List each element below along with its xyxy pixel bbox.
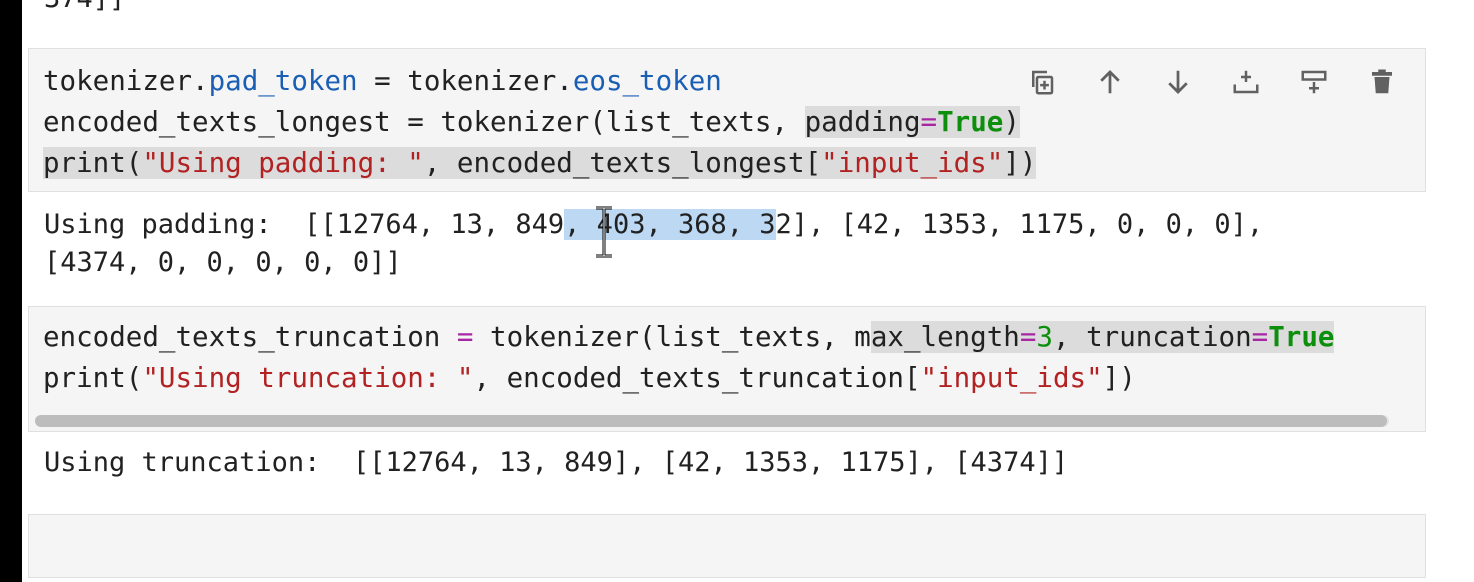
duplicate-cell-button[interactable] [1023,63,1061,101]
notebook-panel: 374]] tokenizer.pad_token = tokenizer.eo… [22,0,1474,582]
code-token: ]) [1003,147,1037,179]
previous-output: 374]] [28,0,1426,20]
code-token: True [1268,321,1335,353]
horizontal-scrollbar[interactable] [35,415,1389,427]
code-token: = [456,321,474,353]
code-token: ax_length [870,321,1020,353]
output-cell-padding: Using padding: [[12764, 13, 849, 403, 36… [28,204,1426,284]
move-up-button[interactable] [1091,63,1129,101]
code-token: print( [43,362,143,394]
cell-toolbar [1023,63,1401,101]
code-cell-truncation[interactable]: encoded_texts_truncation = tokenizer(lis… [28,306,1426,432]
duplicate-icon [1032,70,1054,95]
code-token: = [1019,321,1037,353]
code-token: = tokenizer. [357,65,573,97]
code-token: encoded_texts_longest = tokenizer(list_t… [43,106,805,138]
output-line[interactable]: Using truncation: [[12764, 13, 849], [42… [44,444,1068,482]
code-line[interactable]: tokenizer.pad_token = tokenizer.eos_toke… [43,61,722,102]
code-token: , encoded_texts_longest[ [423,147,822,179]
code-token: padding [804,106,921,138]
code-token: "input_ids" [920,362,1103,394]
scrollbar-thumb[interactable] [35,415,1387,427]
code-token: print( [43,147,143,179]
output-text: Using padding: [[12764, 13, 849 [44,209,565,240]
code-line[interactable]: encoded_texts_longest = tokenizer(list_t… [43,102,1419,143]
code-token: "Using padding: " [142,147,424,179]
code-token: ]) [1102,362,1136,394]
output-line[interactable]: [4374, 0, 0, 0, 0, 0]] [44,244,402,282]
insert-above-button[interactable] [1227,63,1265,101]
output-text: 2], [42, 1353, 1175, 0, 0, 0], [775,209,1264,240]
code-token: 3 [1036,321,1053,353]
code-token: ) [1003,106,1020,138]
code-token: = [920,106,938,138]
code-token: encoded_texts_truncation [43,321,457,353]
arrow-down-icon [1168,70,1188,94]
code-token: pad_token [208,65,358,97]
code-token: eos_token [572,65,722,97]
code-token: , encoded_texts_truncation[ [473,362,921,394]
previous-output-fragment: 374]] [44,0,125,18]
insert-below-button[interactable] [1295,63,1333,101]
code-token: tokenizer(list_texts, m [473,321,871,353]
code-cell-padding[interactable]: tokenizer.pad_token = tokenizer.eos_toke… [28,48,1426,192]
code-token: "input_ids" [821,147,1004,179]
output-line[interactable]: Using padding: [[12764, 13, 849, 403, 36… [44,206,1263,244]
code-token: , truncation [1052,321,1252,353]
trash-icon [1372,69,1392,94]
code-token: = [1251,321,1269,353]
code-token: tokenizer. [43,65,209,97]
delete-cell-button[interactable] [1363,63,1401,101]
insert-below-icon [1301,70,1327,94]
output-cell-truncation: Using truncation: [[12764, 13, 849], [42… [28,444,1426,488]
code-token: True [937,106,1004,138]
code-token: "Using truncation: " [142,362,474,394]
code-line[interactable]: print("Using padding: ", encoded_texts_l… [43,143,1037,184]
move-down-button[interactable] [1159,63,1197,101]
code-line[interactable]: print("Using truncation: ", encoded_text… [43,358,1136,399]
insert-above-icon [1233,70,1259,94]
arrow-up-icon [1100,70,1120,94]
text-cursor-icon [596,206,612,258]
code-line[interactable]: encoded_texts_truncation = tokenizer(lis… [43,317,1335,358]
empty-code-cell[interactable] [28,514,1426,578]
